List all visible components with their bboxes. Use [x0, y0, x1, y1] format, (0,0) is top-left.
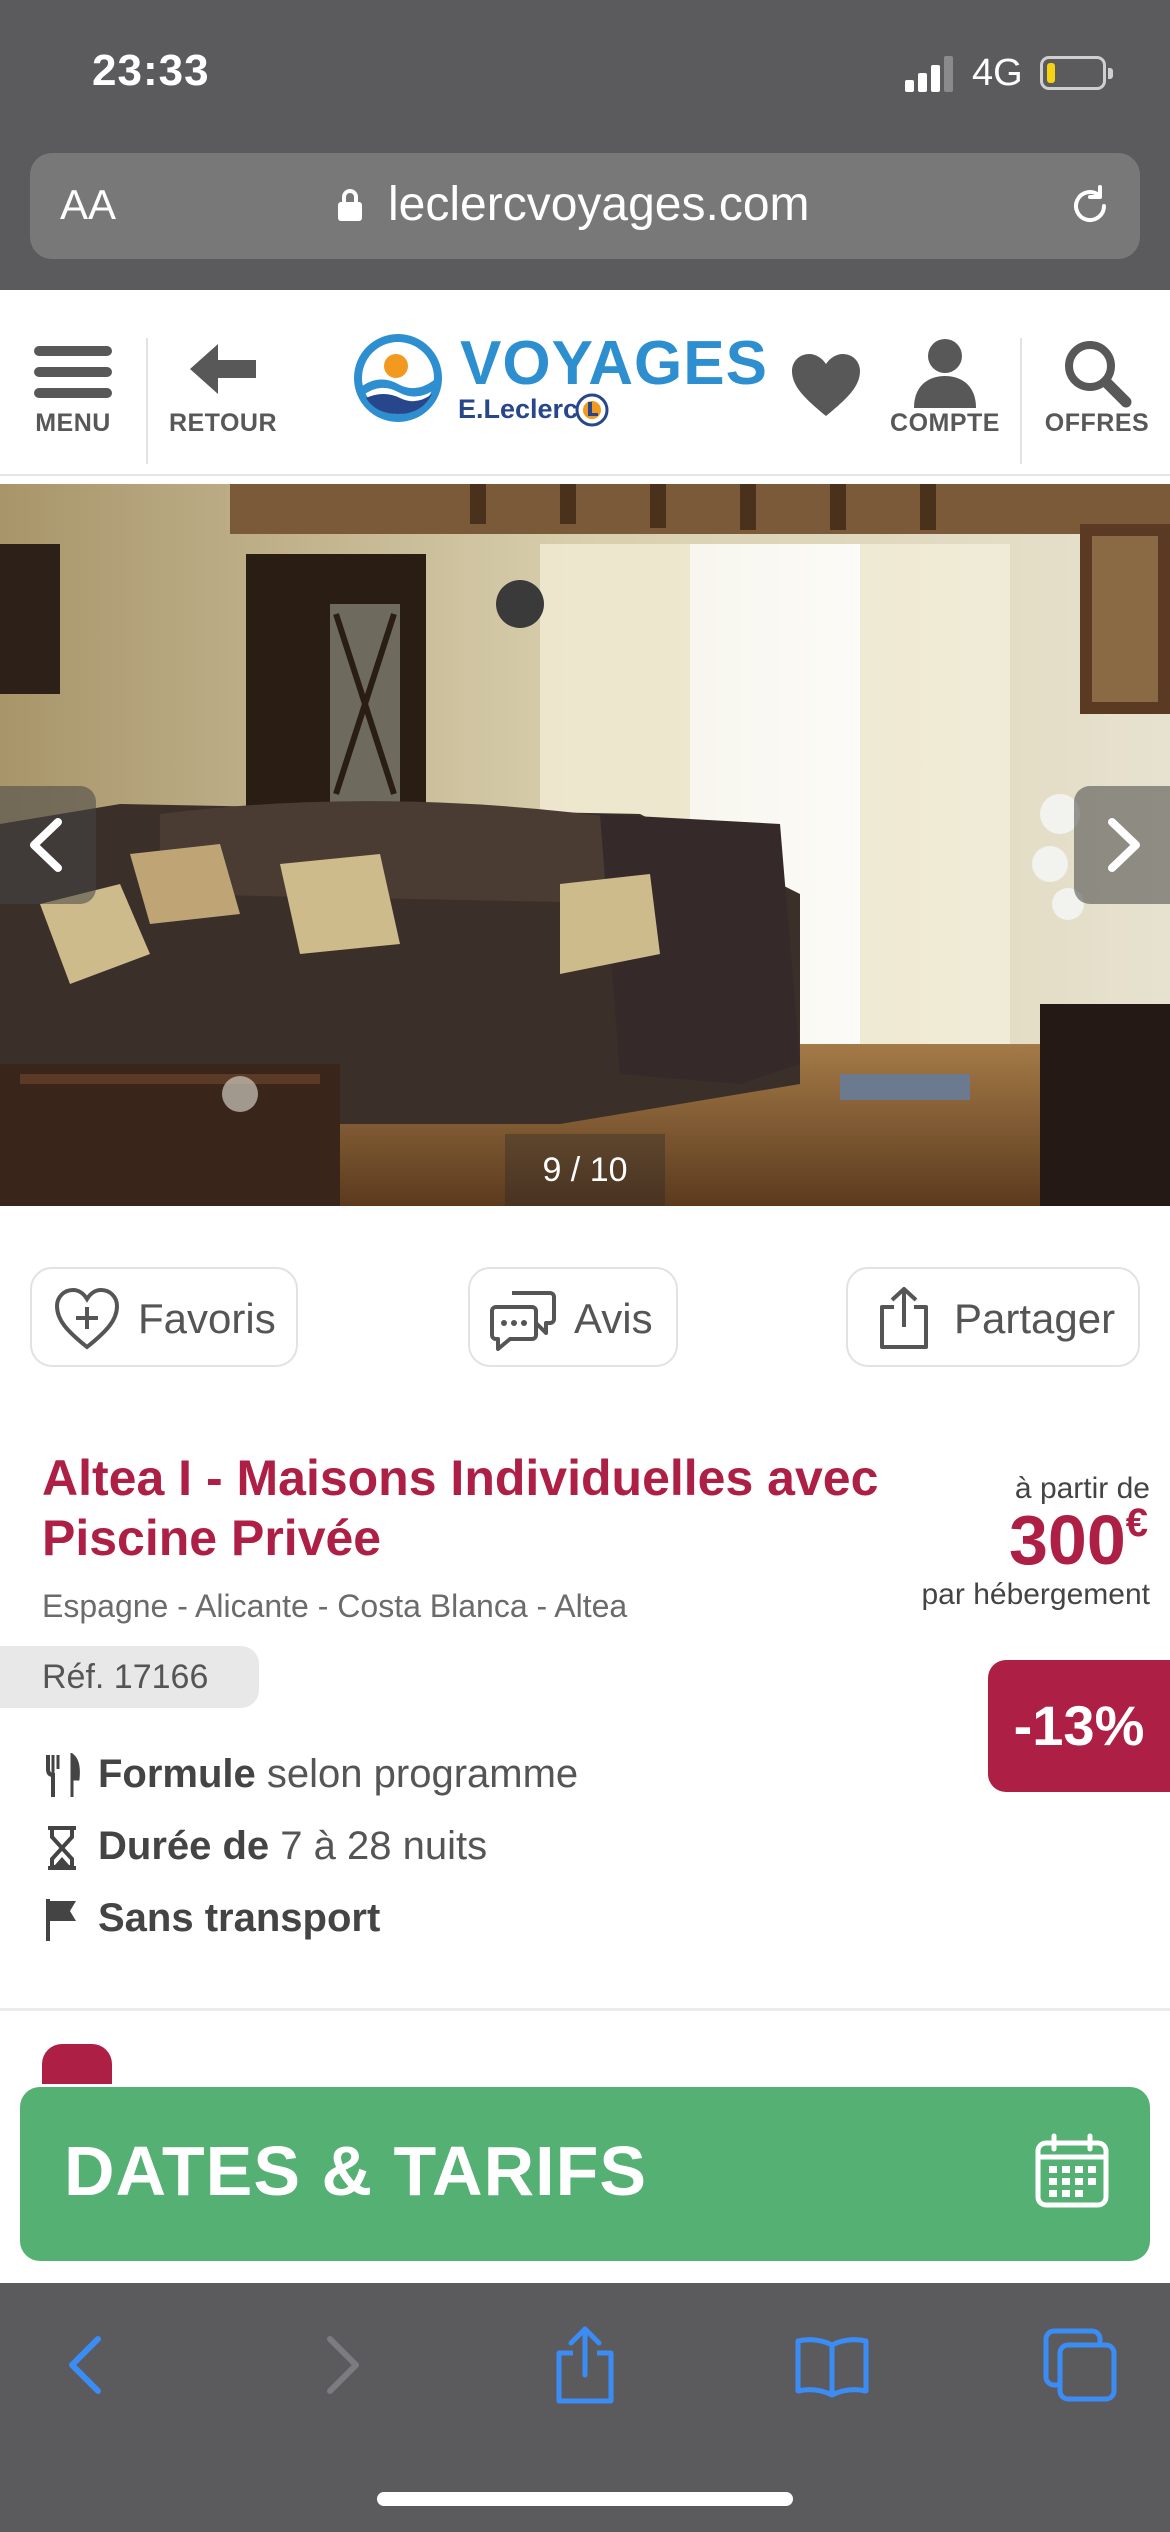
- back-button[interactable]: RETOUR: [150, 290, 296, 474]
- status-time: 23:33: [92, 46, 210, 95]
- feature-transport: Sans transport: [42, 1896, 380, 1943]
- feature-duration-value: 7 à 28 nuits: [269, 1824, 488, 1868]
- reviews-button[interactable]: Avis: [468, 1267, 678, 1367]
- next-section-badge: [42, 2044, 112, 2084]
- feature-formula-value: selon programme: [255, 1752, 579, 1796]
- logo-emblem: [354, 334, 442, 422]
- product-location: Espagne - Alicante - Costa Blanca - Alte…: [42, 1588, 628, 1624]
- reload-icon[interactable]: [1066, 182, 1114, 230]
- back-arrow-icon: [190, 344, 256, 394]
- account-label: COMPTE: [890, 409, 1000, 437]
- share-button[interactable]: Partager: [846, 1267, 1140, 1367]
- bookmarks-icon[interactable]: [792, 2325, 872, 2405]
- chat-bubbles-icon: [490, 1291, 556, 1351]
- flag-icon: [46, 1899, 76, 1942]
- signal-icon: [905, 56, 955, 92]
- cta-label: DATES & TARIFS: [64, 2132, 648, 2210]
- living-room-photo: [0, 484, 1170, 1206]
- price-value: 300€: [1009, 1500, 1148, 1580]
- chevron-right-icon: [1108, 818, 1140, 872]
- reviews-label: Avis: [574, 1295, 653, 1342]
- price-amount: 300: [1008, 1501, 1126, 1579]
- gallery-prev-button[interactable]: [0, 786, 96, 904]
- discount-badge: -13%: [988, 1660, 1170, 1792]
- status-bar: 23:33 4G AA leclercvoyages.com: [0, 0, 1170, 290]
- user-icon: [914, 339, 976, 408]
- gallery-next-button[interactable]: [1074, 786, 1170, 904]
- share-icon[interactable]: [545, 2325, 625, 2405]
- heart-icon: [792, 354, 860, 416]
- address-bar[interactable]: AA leclercvoyages.com: [30, 153, 1140, 259]
- favorites-button[interactable]: Favoris: [30, 1267, 298, 1367]
- logo-title: VOYAGES: [460, 329, 768, 398]
- site-header: MENU RETOUR VOYAGES E.Leclerc COMPTE OFF…: [0, 290, 1170, 476]
- offers-search-button[interactable]: OFFRES: [1024, 290, 1170, 474]
- reference-badge: Réf. 17166: [0, 1646, 259, 1708]
- offers-label: OFFRES: [1044, 409, 1150, 437]
- network-type: 4G: [972, 52, 1023, 94]
- feature-formula: Formule selon programme: [42, 1752, 578, 1799]
- text-size-button[interactable]: AA: [60, 181, 116, 229]
- favorites-nav-button[interactable]: [780, 290, 870, 474]
- menu-button[interactable]: MENU: [0, 290, 146, 474]
- account-button[interactable]: COMPTE: [880, 290, 1010, 474]
- menu-label: MENU: [35, 409, 111, 437]
- photo-gallery[interactable]: 9 / 10: [0, 484, 1170, 1206]
- dates-tarifs-button[interactable]: DATES & TARIFS: [20, 2087, 1150, 2261]
- logo-subtitle: E.Leclerc: [458, 394, 579, 424]
- price-unit-label: par hébergement: [921, 1578, 1151, 1611]
- back-label: RETOUR: [168, 409, 278, 437]
- share-icon: [880, 1287, 928, 1349]
- share-label: Partager: [954, 1295, 1116, 1342]
- battery-icon: [1040, 56, 1113, 90]
- forward-icon[interactable]: [300, 2325, 380, 2405]
- lock-icon: [338, 189, 362, 221]
- search-icon: [1065, 341, 1132, 408]
- cutlery-icon: [46, 1753, 80, 1798]
- back-icon[interactable]: [48, 2325, 128, 2405]
- gallery-counter: 9 / 10: [505, 1134, 665, 1206]
- favorites-label: Favoris: [138, 1295, 276, 1342]
- price-currency: €: [1125, 1501, 1148, 1545]
- heart-plus-icon: [54, 1287, 120, 1350]
- section-divider: [0, 2008, 1170, 2011]
- hourglass-icon: [48, 1826, 76, 1871]
- calendar-icon: [1035, 2133, 1109, 2208]
- feature-duration: Durée de 7 à 28 nuits: [42, 1824, 487, 1871]
- hamburger-icon: [34, 346, 112, 356]
- feature-transport-label: Sans transport: [98, 1896, 381, 1940]
- home-indicator[interactable]: [377, 2492, 793, 2506]
- feature-formula-label: Formule: [98, 1752, 256, 1796]
- leclerc-logo-icon: [575, 393, 609, 427]
- url-text[interactable]: leclercvoyages.com: [388, 177, 810, 232]
- product-title: Altea I - Maisons Individuelles avec Pis…: [42, 1450, 879, 1566]
- feature-duration-label: Durée de: [98, 1824, 270, 1868]
- tabs-icon[interactable]: [1040, 2325, 1120, 2405]
- chevron-left-icon: [30, 818, 62, 872]
